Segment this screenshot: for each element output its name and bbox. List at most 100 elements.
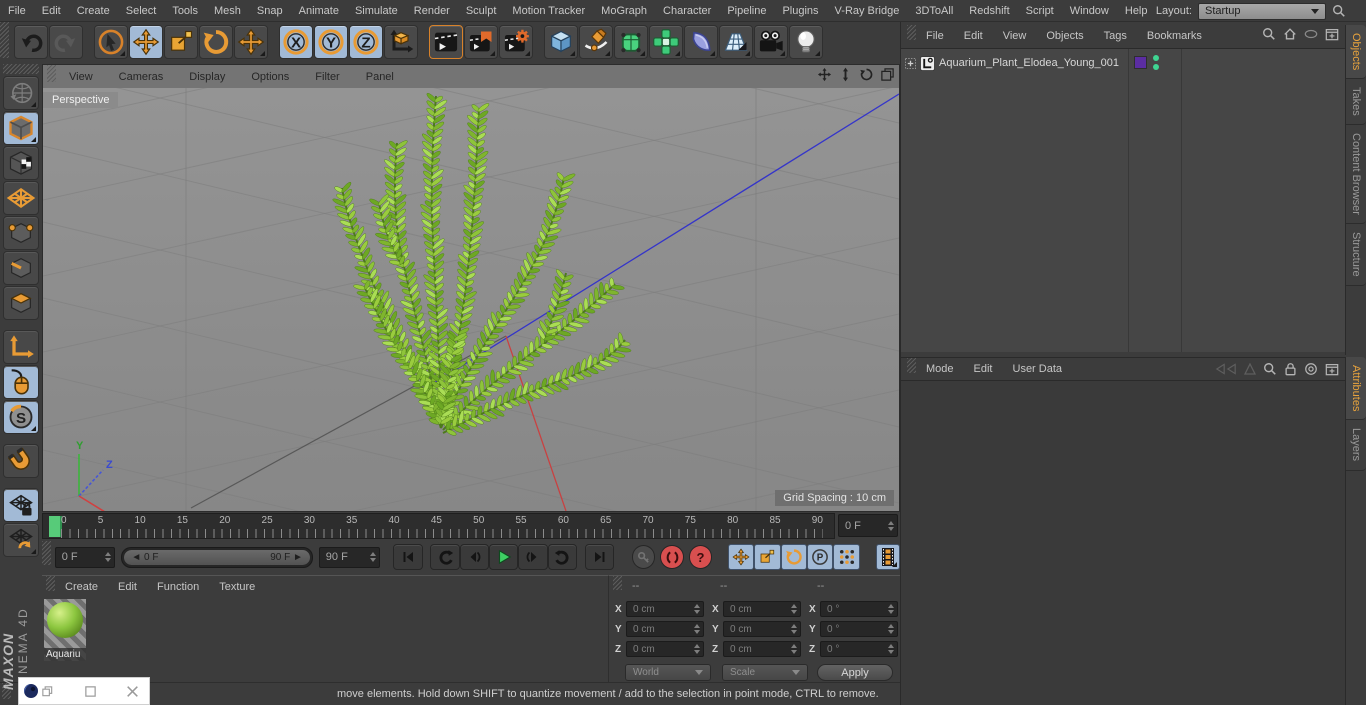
- model-mode-button[interactable]: [3, 111, 39, 145]
- menu-item[interactable]: MoGraph: [593, 5, 655, 17]
- pin-icon[interactable]: [1244, 363, 1256, 375]
- menu-item[interactable]: Script: [1018, 5, 1062, 17]
- menu-item[interactable]: 3DToAll: [907, 5, 961, 17]
- move-tool-button[interactable]: [129, 25, 163, 59]
- search-icon[interactable]: [1263, 362, 1277, 376]
- object-manager-menu-item[interactable]: Bookmarks: [1137, 30, 1212, 42]
- viewport-menu-item[interactable]: Cameras: [106, 71, 177, 83]
- object-manager-list[interactable]: Aquarium_Plant_Elodea_Young_001: [901, 48, 1346, 352]
- next-frame-button[interactable]: [518, 544, 548, 570]
- menu-item[interactable]: Snap: [249, 5, 291, 17]
- material-menu-item[interactable]: Texture: [209, 581, 265, 593]
- size-y-field[interactable]: 0 cm: [723, 621, 801, 637]
- goto-start-button[interactable]: [393, 544, 423, 570]
- make-editable-button[interactable]: [3, 76, 39, 110]
- material-menu-item[interactable]: Create: [55, 581, 108, 593]
- object-manager-grip[interactable]: [907, 25, 916, 40]
- scale-tool-button[interactable]: [164, 25, 198, 59]
- material-grip[interactable]: [46, 576, 55, 591]
- rotation-x-field[interactable]: 0 °: [820, 601, 898, 617]
- lock-icon[interactable]: [1284, 362, 1297, 376]
- menu-item[interactable]: Select: [118, 5, 165, 17]
- add-deformer-button[interactable]: [684, 25, 718, 59]
- rotation-z-field[interactable]: 0 °: [820, 641, 898, 657]
- panel-tab[interactable]: Content Browser: [1346, 125, 1366, 224]
- coordinate-system-button[interactable]: [384, 25, 418, 59]
- panel-tab[interactable]: Structure: [1346, 223, 1366, 286]
- workplane-mode-button[interactable]: [3, 181, 39, 215]
- render-to-picture-viewer-button[interactable]: [464, 25, 498, 59]
- next-key-button[interactable]: [547, 544, 578, 570]
- lock-x-axis-button[interactable]: X: [279, 25, 313, 59]
- attribute-manager-menu-item[interactable]: Mode: [916, 363, 964, 375]
- menu-item[interactable]: Tools: [164, 5, 206, 17]
- viewport-menu-item[interactable]: Display: [176, 71, 238, 83]
- menu-item[interactable]: Create: [69, 5, 118, 17]
- menu-item[interactable]: Redshift: [961, 5, 1017, 17]
- key-rotation-button[interactable]: [780, 544, 808, 570]
- keyframe-selection-button[interactable]: ?: [688, 545, 713, 569]
- range-end-field[interactable]: 90 F: [318, 546, 380, 568]
- view-label[interactable]: Perspective: [43, 92, 119, 108]
- edit-render-settings-button[interactable]: [499, 25, 533, 59]
- rotation-y-field[interactable]: 0 °: [820, 621, 898, 637]
- coordinates-grip[interactable]: [613, 576, 622, 590]
- menu-item[interactable]: Sculpt: [458, 5, 505, 17]
- menu-item[interactable]: Edit: [34, 5, 69, 17]
- object-manager-menu-item[interactable]: File: [916, 30, 954, 42]
- viewport-menu-item[interactable]: Filter: [302, 71, 352, 83]
- spinner-icon[interactable]: [105, 548, 112, 567]
- editor-visibility-dot[interactable]: [1153, 55, 1159, 61]
- render-visibility-dot[interactable]: [1153, 64, 1159, 70]
- enable-axis-button[interactable]: [3, 330, 39, 364]
- key-pla-button[interactable]: [833, 544, 860, 570]
- expand-icon[interactable]: [905, 57, 916, 69]
- panel-tab[interactable]: Objects: [1346, 25, 1366, 80]
- current-frame-field[interactable]: 0 F: [838, 514, 898, 537]
- panel-tab[interactable]: Takes: [1346, 79, 1366, 126]
- zoom-icon[interactable]: [838, 67, 853, 82]
- draw-spline-button[interactable]: [579, 25, 613, 59]
- size-z-field[interactable]: 0 cm: [723, 641, 801, 657]
- live-selection-button[interactable]: [94, 25, 128, 59]
- previous-key-button[interactable]: [430, 544, 460, 570]
- maximize-window-icon[interactable]: [84, 685, 97, 698]
- enable-snap-button[interactable]: S: [3, 400, 39, 434]
- rotate-tool-button[interactable]: [199, 25, 233, 59]
- menu-item[interactable]: File: [0, 5, 34, 17]
- transport-grip[interactable]: [42, 541, 51, 565]
- workplane-options-button[interactable]: [3, 523, 39, 557]
- object-manager-menu-item[interactable]: View: [993, 30, 1037, 42]
- add-floor-button[interactable]: [719, 25, 753, 59]
- layer-color-chip[interactable]: [1134, 56, 1147, 69]
- viewport-menu-item[interactable]: Panel: [353, 71, 407, 83]
- polygons-mode-button[interactable]: [3, 286, 39, 320]
- size-x-field[interactable]: 0 cm: [723, 601, 801, 617]
- menu-item[interactable]: Animate: [291, 5, 347, 17]
- attribute-manager-menu-item[interactable]: User Data: [1003, 363, 1073, 375]
- add-subdivision-surface-button[interactable]: [614, 25, 648, 59]
- play-button[interactable]: [489, 544, 519, 570]
- target-icon[interactable]: [1304, 362, 1318, 376]
- eye-icon[interactable]: [1304, 29, 1318, 39]
- add-cloner-button[interactable]: [649, 25, 683, 59]
- mini-window-titlebar[interactable]: [18, 677, 150, 705]
- object-name[interactable]: Aquarium_Plant_Elodea_Young_001: [939, 57, 1119, 69]
- close-icon[interactable]: [125, 684, 140, 699]
- range-start-field[interactable]: 0 F: [54, 546, 116, 568]
- key-parameter-button[interactable]: P: [807, 544, 834, 570]
- add-panel-icon[interactable]: [1325, 27, 1339, 41]
- position-y-field[interactable]: 0 cm: [626, 621, 704, 637]
- attribute-manager-menu-item[interactable]: Edit: [964, 363, 1003, 375]
- undo-button[interactable]: [14, 25, 48, 59]
- texture-mode-button[interactable]: [3, 146, 39, 180]
- menu-item[interactable]: Window: [1062, 5, 1117, 17]
- object-manager-menu-item[interactable]: Objects: [1036, 30, 1093, 42]
- lock-workplane-button[interactable]: [3, 488, 39, 522]
- position-z-field[interactable]: 0 cm: [626, 641, 704, 657]
- lock-y-axis-button[interactable]: Y: [314, 25, 348, 59]
- search-icon[interactable]: [1262, 27, 1276, 41]
- panel-tab[interactable]: Layers: [1346, 420, 1366, 471]
- material-menu-item[interactable]: Function: [147, 581, 209, 593]
- toolbar-grip[interactable]: [0, 22, 9, 58]
